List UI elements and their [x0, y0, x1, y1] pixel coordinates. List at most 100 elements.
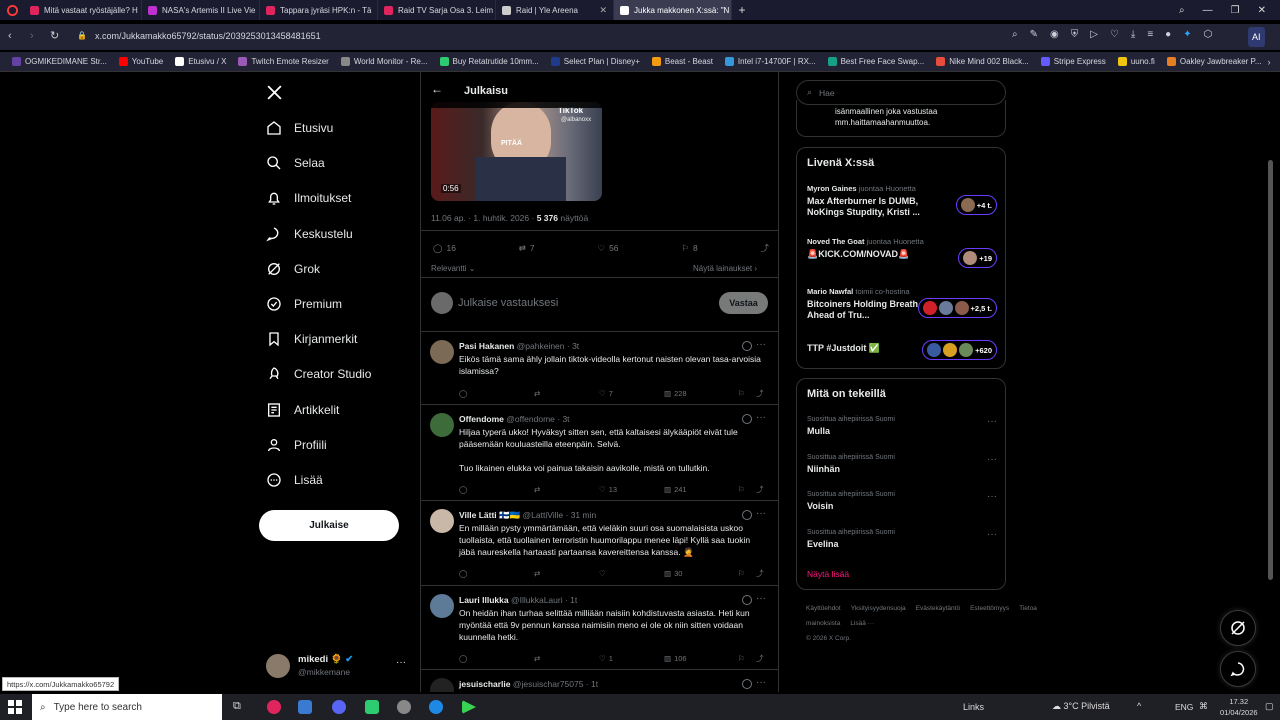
browser-tab[interactable]: Raid TV Sarja Osa 3. Leim✕: [378, 0, 496, 20]
bookmark-item[interactable]: Etusivu / X: [169, 57, 232, 66]
page-scrollbar[interactable]: [1268, 160, 1273, 580]
repost-action[interactable]: ⇄: [534, 483, 599, 495]
avatar[interactable]: [430, 413, 454, 437]
footer-link[interactable]: Lisää ···: [850, 620, 874, 627]
author-handle[interactable]: @offendome · 3t: [506, 414, 569, 424]
extension-icon[interactable]: ✦: [1183, 29, 1191, 40]
avatar[interactable]: [430, 678, 454, 692]
close-window-icon[interactable]: ✕: [1258, 5, 1266, 16]
repost-count[interactable]: ⇄ 7: [519, 242, 535, 254]
live-item[interactable]: Noved The Goat juontaa Huonetta 🚨KICK.CO…: [807, 237, 997, 268]
taskbar-search-input[interactable]: Type here to search: [54, 702, 142, 713]
reply-submit-button[interactable]: Vastaa: [719, 292, 768, 314]
profile-icon[interactable]: ●: [1165, 29, 1171, 40]
sidebar-item-keskustelu[interactable]: Keskustelu: [266, 226, 353, 242]
x-logo-icon[interactable]: [266, 84, 283, 104]
reply-count[interactable]: ◯ 16: [433, 242, 456, 254]
bookmark-item[interactable]: Buy Retatrutide 10mm...: [434, 57, 545, 66]
shield-icon[interactable]: ⛨: [1071, 29, 1079, 40]
sidebar-item-selaa[interactable]: Selaa: [266, 155, 325, 171]
close-tab-icon[interactable]: ✕: [599, 5, 607, 16]
app-icon[interactable]: [365, 700, 379, 714]
more-icon[interactable]: ···: [987, 491, 997, 502]
bookmark-count[interactable]: ⚐ 8: [681, 242, 697, 254]
maximize-icon[interactable]: ❐: [1231, 5, 1240, 16]
heart-icon[interactable]: ♡: [1110, 29, 1119, 40]
author-handle[interactable]: @pahkeinen · 3t: [517, 341, 580, 351]
more-icon[interactable]: ···: [987, 529, 997, 540]
views-action[interactable]: ▥ 30: [664, 567, 738, 579]
back-arrow-icon[interactable]: ←: [431, 82, 443, 96]
like-action[interactable]: ♡ 7: [599, 387, 664, 399]
show-more-link[interactable]: Näytä lisää: [807, 569, 849, 579]
bookmark-icon[interactable]: ⚐: [738, 567, 756, 579]
zoom-icon[interactable]: ⌕: [1012, 29, 1018, 40]
clock[interactable]: 17.32 01/04/2026: [1220, 696, 1258, 718]
views-action[interactable]: ▥ 106: [664, 652, 738, 664]
app-icon[interactable]: [462, 700, 476, 714]
reply-action[interactable]: ◯: [459, 483, 534, 495]
messages-fab[interactable]: [1220, 651, 1256, 687]
app-icon[interactable]: [298, 700, 312, 714]
footer-link[interactable]: Evästekäytäntö: [916, 605, 960, 612]
task-view-icon[interactable]: ⧉: [233, 700, 241, 713]
more-icon[interactable]: ···: [756, 339, 766, 350]
back-icon[interactable]: ‹: [8, 30, 12, 42]
author-handle[interactable]: @jesuischar75075 · 1t: [513, 679, 598, 689]
bookmark-item[interactable]: YouTube: [113, 57, 169, 66]
author-handle[interactable]: @LattiVille · 31 min: [523, 510, 597, 520]
minimize-icon[interactable]: —: [1203, 5, 1213, 16]
bookmark-item[interactable]: Oakley Jawbreaker P...: [1161, 57, 1268, 66]
browser-tab[interactable]: Raid | Yle Areena ✕: [496, 0, 614, 20]
sidebar-item-artikkelit[interactable]: Artikkelit: [266, 402, 339, 418]
notifications-icon[interactable]: ▢: [1265, 701, 1274, 712]
live-item[interactable]: TTP #Justdoit ✅ +620: [807, 340, 997, 360]
views-action[interactable]: ▥ 228: [664, 387, 738, 399]
like-action[interactable]: ♡ 1: [599, 652, 664, 664]
sort-selector[interactable]: Relevantti ⌄: [431, 264, 476, 273]
reply-post[interactable]: jesuischarlie @jesuischar75075 · 1t ···: [421, 669, 778, 692]
avatar[interactable]: [430, 340, 454, 364]
tray-expand-icon[interactable]: ^: [1137, 701, 1141, 711]
sidebar-item-kirjanmerkit[interactable]: Kirjanmerkit: [266, 331, 357, 347]
bookmark-icon[interactable]: ⚐: [738, 652, 756, 664]
bookmark-item[interactable]: Beast - Beast: [646, 57, 719, 66]
author-name[interactable]: Offendome: [459, 414, 504, 424]
quotes-link[interactable]: Näytä lainaukset ›: [693, 264, 757, 273]
bookmark-icon[interactable]: ⚐: [738, 387, 756, 399]
reply-action[interactable]: ◯: [459, 567, 534, 579]
ai-button[interactable]: AI: [1248, 27, 1265, 47]
reply-post[interactable]: Ville Lätti 🇫🇮🇺🇦 @LattiVille · 31 min ··…: [421, 500, 778, 585]
grok-icon[interactable]: [742, 510, 752, 520]
discord-icon[interactable]: [332, 700, 346, 714]
sidebar-item-etusivu[interactable]: Etusivu: [266, 120, 333, 136]
edit-icon[interactable]: ✎: [1030, 29, 1038, 40]
browser-tab[interactable]: Tappara jyräsi HPK:n - Tä✕: [260, 0, 378, 20]
share-icon[interactable]: ⤴: [756, 387, 764, 399]
links-toolbar[interactable]: Links: [963, 702, 984, 712]
grok-icon[interactable]: [742, 414, 752, 424]
bookmark-item[interactable]: uuno.fi: [1112, 57, 1161, 66]
author-name[interactable]: Lauri Illukka: [459, 595, 509, 605]
camera-icon[interactable]: ◉: [1050, 29, 1059, 40]
edge-icon[interactable]: [429, 700, 443, 714]
grok-icon[interactable]: [742, 595, 752, 605]
browser-menu-icon[interactable]: [0, 0, 24, 20]
bookmark-item[interactable]: Intel i7-14700F | RX...: [719, 57, 822, 66]
bookmark-item[interactable]: Best Free Face Swap...: [822, 57, 931, 66]
post-button[interactable]: Julkaise: [259, 510, 399, 541]
sidebar-item-grok[interactable]: Grok: [266, 261, 320, 277]
footer-link[interactable]: Esteettömyys: [970, 605, 1009, 612]
author-name[interactable]: Pasi Hakanen: [459, 341, 514, 351]
reply-compose-input[interactable]: Julkaise vastauksesi: [458, 297, 558, 309]
more-icon[interactable]: ···: [987, 454, 997, 465]
sidebar-item-ilmoitukset[interactable]: Ilmoitukset: [266, 190, 351, 206]
bookmark-item[interactable]: OGMIKEDIMANE Str...: [6, 57, 113, 66]
play-icon[interactable]: ▷: [1090, 29, 1098, 40]
bookmark-icon[interactable]: ⚐: [738, 483, 756, 495]
like-action[interactable]: ♡ 13: [599, 483, 664, 495]
reload-icon[interactable]: ↻: [50, 29, 59, 42]
avatar[interactable]: [430, 509, 454, 533]
reply-post[interactable]: Lauri Illukka @IllukkaLauri · 1t ··· On h…: [421, 585, 778, 669]
trend-item[interactable]: Suosittua aihepiirissä Suomi Voisin ···: [807, 491, 997, 511]
